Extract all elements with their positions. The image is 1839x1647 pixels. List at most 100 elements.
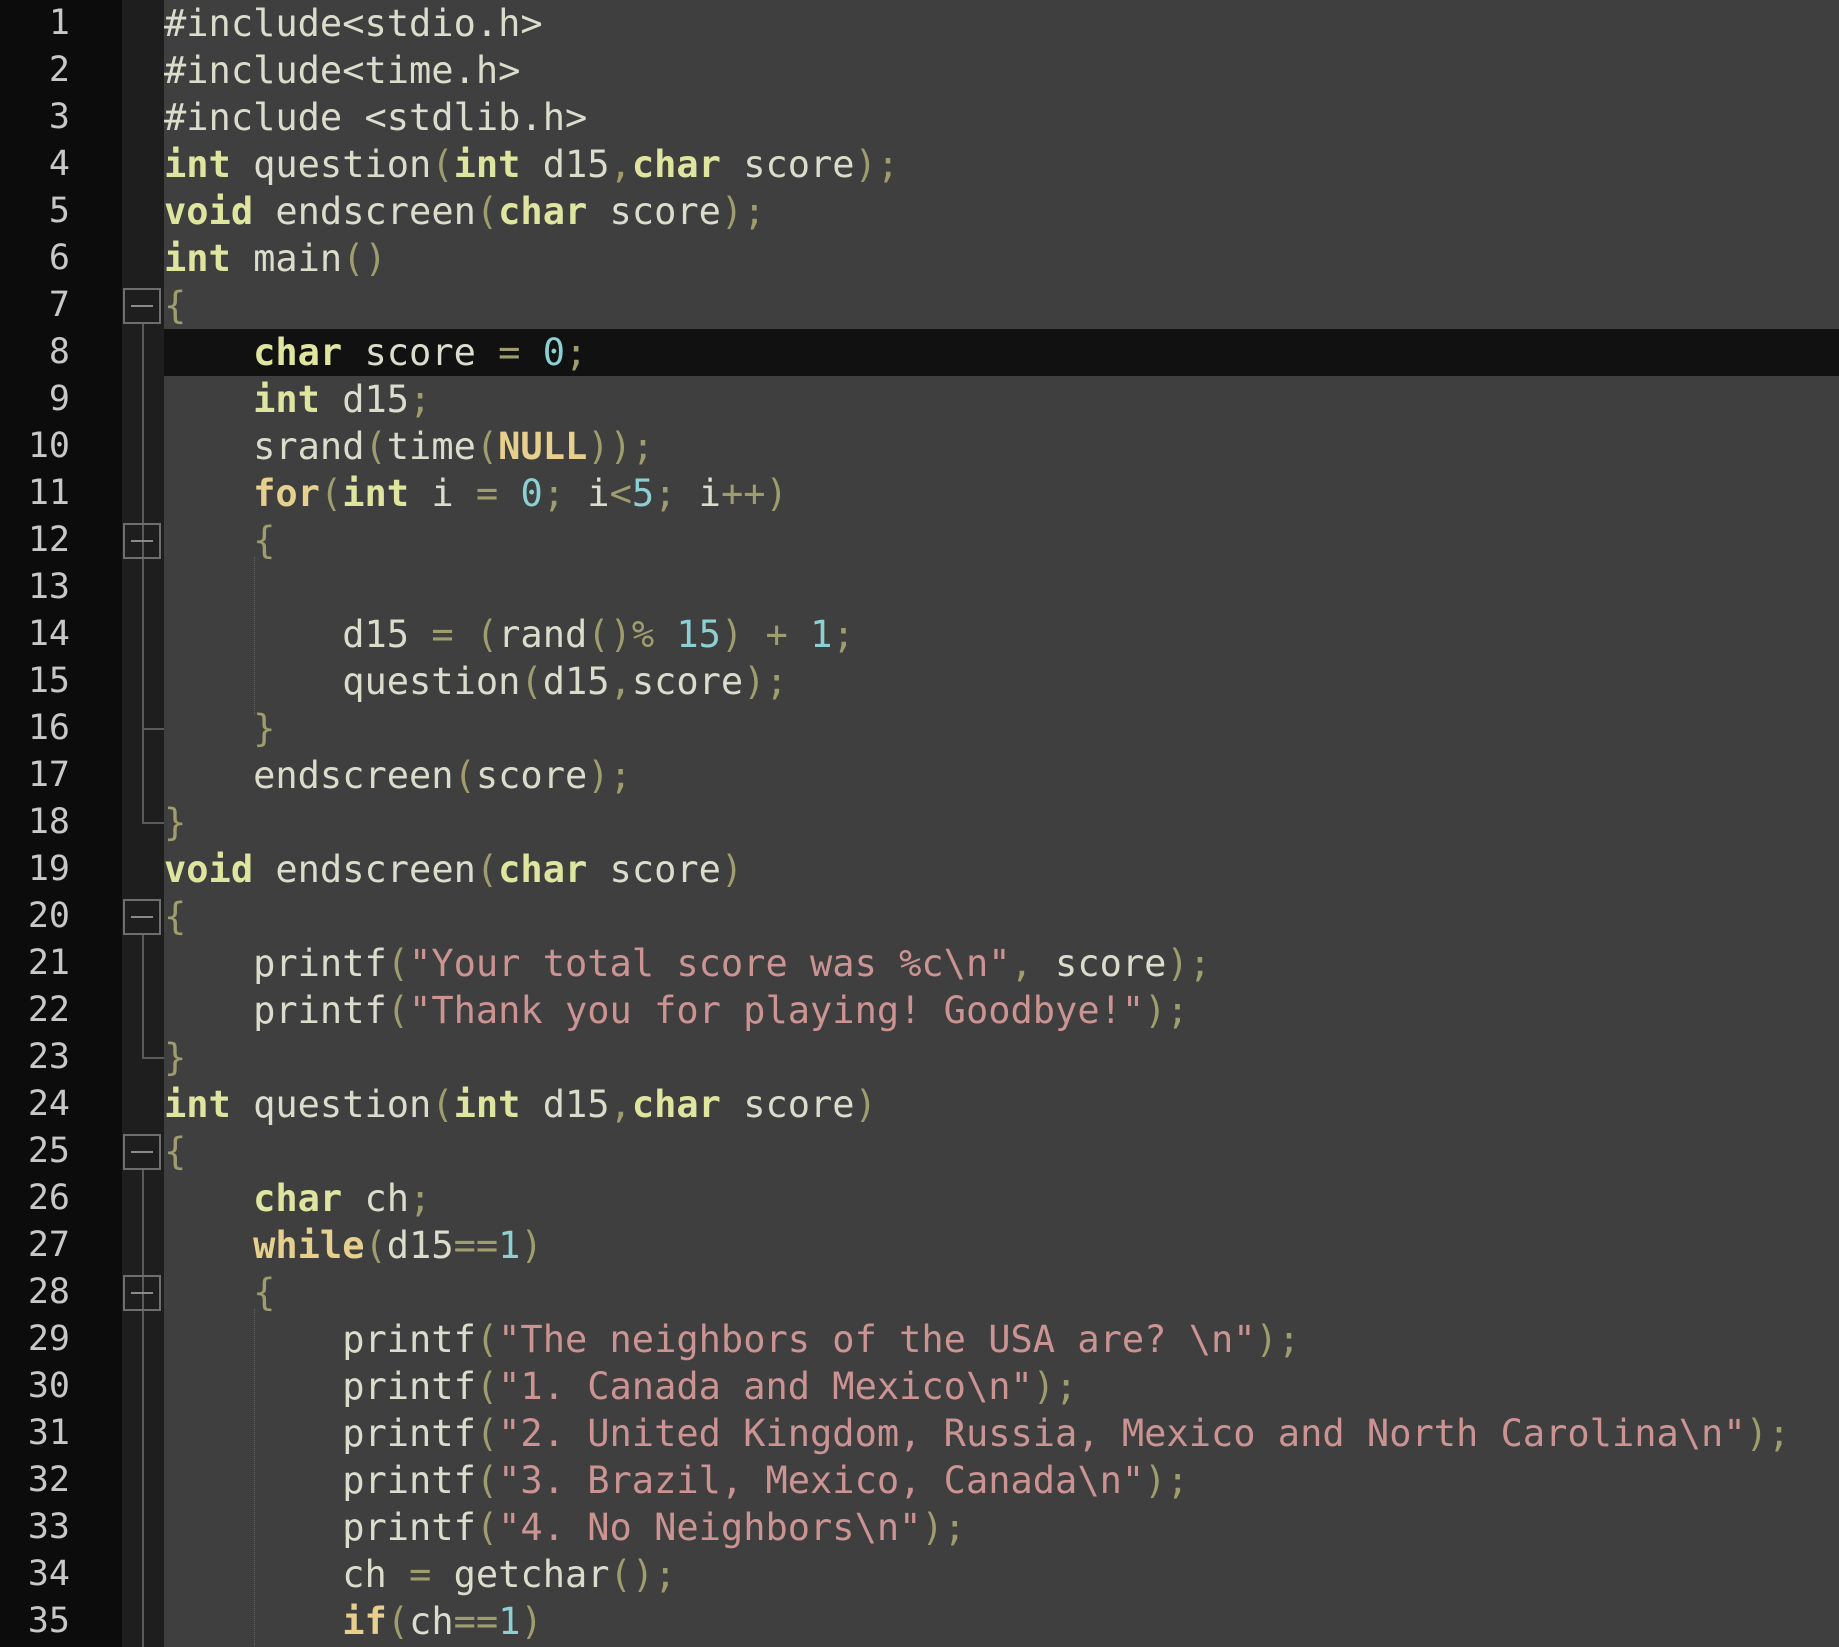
line-number: 17 xyxy=(27,755,70,795)
code-token: { xyxy=(164,284,187,327)
code-token: score xyxy=(587,848,721,891)
line-number: 24 xyxy=(27,1084,70,1124)
code-token: char xyxy=(498,190,588,233)
code-token: time xyxy=(386,425,476,468)
code-line[interactable]: } xyxy=(164,1034,186,1081)
code-token: ( xyxy=(364,425,387,468)
code-token: , xyxy=(1010,942,1033,985)
code-token: ( xyxy=(475,1459,499,1502)
code-line[interactable]: for(int i = 0; i<5; i++) xyxy=(164,470,788,517)
code-token: while xyxy=(253,1224,365,1267)
code-line[interactable]: srand(time(NULL)); xyxy=(164,423,654,470)
code-token: srand xyxy=(164,425,365,468)
code-line[interactable]: printf("2. United Kingdom, Russia, Mexic… xyxy=(164,1410,1790,1457)
code-line[interactable]: { xyxy=(164,517,275,564)
code-line[interactable]: } xyxy=(164,799,186,846)
code-token: ( xyxy=(475,1318,499,1361)
code-token: } xyxy=(253,707,276,750)
code-line[interactable]: void endscreen(char score); xyxy=(164,188,765,235)
code-token: ( xyxy=(453,754,476,797)
code-line[interactable]: question(d15,score); xyxy=(164,658,788,705)
code-token: () xyxy=(342,237,387,280)
code-token: rand xyxy=(498,613,588,656)
code-line[interactable]: #include <stdlib.h> xyxy=(164,94,587,141)
code-token: ); xyxy=(743,660,788,703)
code-line[interactable]: printf("The neighbors of the USA are? \n… xyxy=(164,1316,1300,1363)
code-line[interactable]: void endscreen(char score) xyxy=(164,846,743,893)
code-token: "The neighbors of the USA are? \n" xyxy=(498,1318,1256,1361)
code-token: 15 xyxy=(676,613,721,656)
code-line[interactable]: { xyxy=(164,282,186,329)
code-line[interactable]: int main() xyxy=(164,235,387,282)
code-token: void xyxy=(164,848,254,891)
code-line[interactable]: printf("Your total score was %c\n", scor… xyxy=(164,940,1211,987)
code-token: ( xyxy=(431,143,454,186)
line-number: 3 xyxy=(48,97,70,137)
code-line[interactable]: printf("3. Brazil, Mexico, Canada\n"); xyxy=(164,1457,1189,1504)
code-line[interactable]: { xyxy=(164,893,186,940)
code-token: int xyxy=(164,237,231,280)
line-number: 2 xyxy=(48,50,70,90)
code-token: d15 xyxy=(319,378,410,421)
line-number: 13 xyxy=(27,567,70,607)
code-line[interactable]: #include<stdio.h> xyxy=(164,0,543,47)
line-number: 18 xyxy=(27,802,70,842)
code-editor[interactable]: 1 #include<stdio.h> 2 #include<time.h> 3 #inc… xyxy=(0,0,1839,1647)
code-line[interactable]: endscreen(score); xyxy=(164,752,632,799)
code-line[interactable]: if(ch==1) xyxy=(164,1598,543,1645)
code-token: ( xyxy=(520,660,543,703)
fold-guide-line xyxy=(142,935,144,1058)
code-line[interactable]: int question(int d15,char score); xyxy=(164,141,899,188)
code-line[interactable]: int question(int d15,char score) xyxy=(164,1081,877,1128)
code-token: printf xyxy=(164,942,387,985)
code-line[interactable]: { xyxy=(164,1128,186,1175)
code-token: ); xyxy=(921,1506,966,1549)
code-token: ( xyxy=(386,942,410,985)
code-line[interactable]: #include<time.h> xyxy=(164,47,520,94)
code-line[interactable]: char ch; xyxy=(164,1175,431,1222)
code-token: printf xyxy=(164,1459,476,1502)
line-number: 14 xyxy=(27,614,70,654)
code-token: d15 xyxy=(520,1083,610,1126)
code-token: getchar xyxy=(431,1553,610,1596)
code-token: #include<time.h> xyxy=(164,49,521,92)
code-line[interactable]: int d15; xyxy=(164,376,431,423)
code-token: ( xyxy=(475,1506,499,1549)
code-token: d15 xyxy=(542,660,610,703)
fold-toggle-icon[interactable] xyxy=(123,523,161,559)
code-line[interactable]: printf("1. Canada and Mexico\n"); xyxy=(164,1363,1077,1410)
code-line[interactable]: char score = 0; xyxy=(164,329,587,376)
code-line[interactable]: ch = getchar(); xyxy=(164,1551,676,1598)
line-number: 19 xyxy=(27,849,70,889)
code-token: printf xyxy=(164,1412,476,1455)
fold-toggle-icon[interactable] xyxy=(123,1134,161,1170)
code-line[interactable]: while(d15==1) xyxy=(164,1222,543,1269)
fold-toggle-icon[interactable] xyxy=(123,288,161,324)
code-line[interactable]: printf("4. No Neighbors\n"); xyxy=(164,1504,966,1551)
fold-toggle-icon[interactable] xyxy=(123,1275,161,1311)
code-token: ; xyxy=(409,378,432,421)
fold-toggle-icon[interactable] xyxy=(123,899,161,935)
code-token: char xyxy=(253,1177,343,1220)
line-number: 30 xyxy=(27,1366,70,1406)
code-token: ( xyxy=(431,1083,454,1126)
code-token: } xyxy=(164,1036,187,1079)
code-token: score xyxy=(475,754,588,797)
code-line[interactable]: d15 = (rand()% 15) + 1; xyxy=(164,611,854,658)
code-token: score xyxy=(587,190,721,233)
code-token: = xyxy=(498,331,521,374)
code-line[interactable]: printf("Thank you for playing! Goodbye!"… xyxy=(164,987,1189,1034)
code-line[interactable]: } xyxy=(164,705,275,752)
code-line[interactable]: { xyxy=(164,1269,275,1316)
code-token: ) xyxy=(520,1224,543,1267)
indent-guide xyxy=(254,557,255,715)
code-token: , xyxy=(609,660,632,703)
code-token: ( xyxy=(475,613,499,656)
line-number: 33 xyxy=(27,1507,70,1547)
line-number: 16 xyxy=(27,708,70,748)
code-token: ; xyxy=(654,472,677,515)
code-token: int xyxy=(453,1083,521,1126)
